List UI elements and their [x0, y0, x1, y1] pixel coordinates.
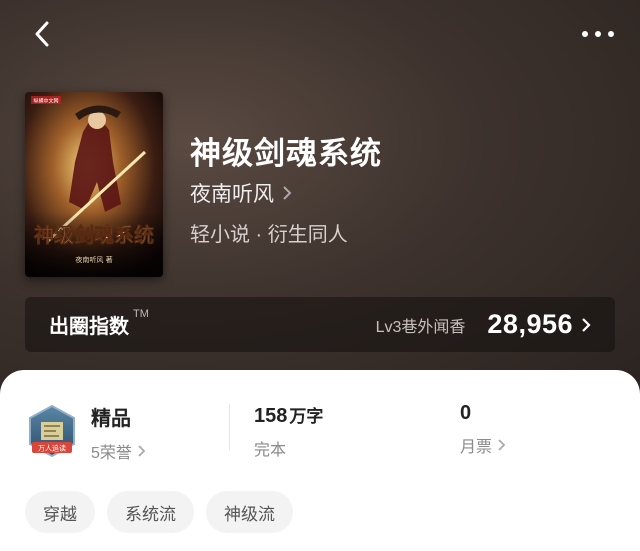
index-value: 28,956	[487, 309, 573, 339]
popularity-index-bar[interactable]: 出圈指数 TM Lv3巷外闻香 28,956	[25, 297, 615, 352]
more-button[interactable]	[582, 22, 614, 46]
honor-title: 精品	[91, 408, 131, 430]
chevron-right-icon	[498, 439, 506, 451]
chevron-right-icon	[138, 445, 146, 457]
author-link[interactable]: 夜南听风	[190, 178, 292, 208]
tag-chip[interactable]: 神级流	[206, 491, 293, 533]
author-name: 夜南听风	[190, 183, 274, 206]
back-button[interactable]	[28, 20, 56, 48]
more-dots-icon	[582, 31, 588, 37]
tag-chip[interactable]: 系统流	[107, 491, 194, 533]
stats-divider	[229, 404, 230, 450]
word-count-unit: 万字	[289, 407, 324, 426]
cover-publisher-mark: 纵横中文网	[33, 98, 58, 105]
quality-badge-icon: 万人追读	[29, 404, 75, 458]
completion-status: 完本	[254, 442, 287, 459]
chevron-left-icon	[35, 21, 49, 47]
tag-chip[interactable]: 穿越	[25, 491, 95, 533]
cover-author-credit: 夜南听风 著	[75, 255, 112, 264]
book-genre: 轻小说 · 衍生同人	[190, 224, 348, 246]
chevron-right-icon	[283, 186, 292, 200]
cover-title-art: 神级剑魂系统	[34, 223, 154, 247]
book-title: 神级剑魂系统	[190, 136, 382, 172]
monthly-ticket-value: 0	[460, 402, 472, 424]
index-level: Lv3巷外闻香	[375, 318, 466, 336]
chevron-right-icon	[582, 317, 591, 332]
monthly-ticket-stat[interactable]: 0 月票	[460, 402, 506, 457]
word-count-stat: 158 万字 完本	[254, 402, 323, 460]
honor-stat[interactable]: 精品 5荣誉	[91, 402, 146, 463]
trademark-mark: TM	[133, 308, 149, 320]
tag-list: 穿越 系统流 神级流	[25, 491, 293, 533]
badge-ribbon-text: 万人追读	[38, 444, 66, 453]
index-label: 出圈指数	[49, 316, 129, 338]
book-cover[interactable]: 神级剑魂系统 夜南听风 著 纵横中文网	[25, 92, 163, 277]
honor-count: 5荣誉	[91, 445, 132, 462]
word-count-value: 158	[254, 405, 288, 427]
monthly-ticket-label: 月票	[460, 439, 493, 456]
